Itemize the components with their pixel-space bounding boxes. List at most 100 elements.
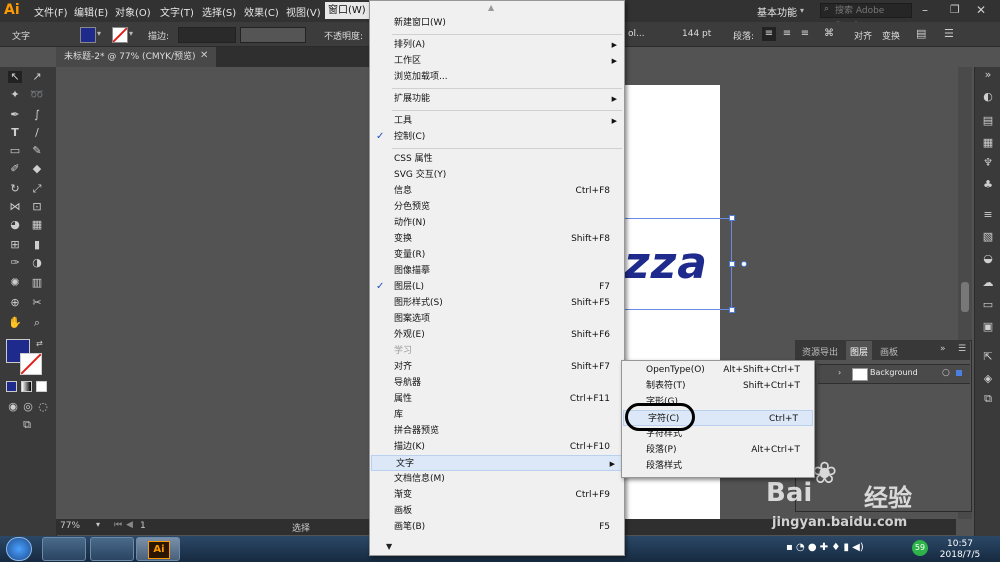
- zoom-tool-icon[interactable]: ⌕: [30, 317, 44, 329]
- chevron-down-icon[interactable]: ▾: [97, 29, 101, 38]
- chevron-down-icon[interactable]: ▾: [800, 6, 804, 15]
- scrollbar-thumb[interactable]: [961, 282, 969, 312]
- color-guide-icon[interactable]: ▤: [981, 115, 995, 127]
- expand-layer-icon[interactable]: ›: [838, 368, 841, 377]
- tray-badge[interactable]: 59: [912, 540, 928, 556]
- zoom-level[interactable]: 77%: [60, 521, 80, 531]
- resize-handle[interactable]: [729, 215, 735, 221]
- line-tool-icon[interactable]: /: [30, 127, 44, 139]
- mesh-tool-icon[interactable]: ⊞: [8, 239, 22, 251]
- panel-menu-icon[interactable]: ☰: [958, 344, 966, 354]
- symbols-panel-icon[interactable]: ♣: [981, 179, 995, 191]
- system-tray-icons[interactable]: ▪ ◔ ● ✚ ♦ ▮ ◀): [786, 542, 886, 556]
- color-panel-icon[interactable]: ◐: [981, 91, 995, 103]
- align-right-icon[interactable]: ≡: [798, 27, 812, 41]
- graph-tool-icon[interactable]: ▥: [30, 277, 44, 289]
- color-mode-icon[interactable]: [6, 381, 17, 392]
- page-number[interactable]: 1: [140, 521, 146, 531]
- menu-effect[interactable]: 效果(C): [244, 4, 279, 19]
- window-menu-item-变换[interactable]: 变换 Shift+F8: [370, 231, 624, 247]
- taskbar-clock[interactable]: 10:57 2018/7/5: [930, 539, 990, 561]
- menu-window[interactable]: 窗口(W): [325, 2, 369, 19]
- eyedropper-tool-icon[interactable]: ✑: [8, 257, 22, 269]
- slice-tool-icon[interactable]: ✂: [30, 297, 44, 309]
- window-menu-item-文字[interactable]: 文字 ▶: [371, 455, 623, 471]
- window-menu-item-导航器[interactable]: 导航器: [370, 375, 624, 391]
- window-menu-item-信息[interactable]: 信息 Ctrl+F8: [370, 183, 624, 199]
- window-menu-item-画笔[interactable]: 画笔(B) F5: [370, 519, 624, 535]
- gradient-panel-icon[interactable]: ▧: [981, 231, 995, 243]
- workspace-switcher[interactable]: 基本功能: [757, 4, 797, 19]
- lasso-tool-icon[interactable]: ➿: [30, 89, 44, 101]
- free-transform-tool-icon[interactable]: ⊡: [30, 201, 44, 213]
- window-menu-item-控制[interactable]: ✓ 控制(C): [370, 129, 624, 145]
- window-menu-item-属性[interactable]: 属性 Ctrl+F11: [370, 391, 624, 407]
- eraser-tool-icon[interactable]: ◆: [30, 163, 44, 175]
- artboards-panel-icon[interactable]: ⧉: [981, 393, 995, 405]
- window-menu-item-外观[interactable]: 外观(E) Shift+F6: [370, 327, 624, 343]
- resize-handle[interactable]: [729, 261, 735, 267]
- window-menu-item-对齐[interactable]: 对齐 Shift+F7: [370, 359, 624, 375]
- taskbar-app-icon[interactable]: [90, 537, 134, 561]
- window-menu-item-工具[interactable]: 工具 ▶: [370, 113, 624, 129]
- direct-selection-tool-icon[interactable]: ↗: [30, 71, 44, 83]
- menu-file[interactable]: 文件(F): [34, 4, 68, 19]
- window-menu-item-分色预览[interactable]: 分色预览: [370, 199, 624, 215]
- prev-page-icon[interactable]: ◀: [126, 520, 133, 530]
- align-panel-link[interactable]: 对齐: [854, 29, 872, 42]
- type-tool-icon[interactable]: T: [8, 127, 22, 139]
- draw-behind-icon[interactable]: ◎: [21, 401, 35, 413]
- window-menu-item-渐变[interactable]: 渐变 Ctrl+F9: [370, 487, 624, 503]
- font-family-field[interactable]: ol...: [628, 29, 645, 39]
- minimize-icon[interactable]: –: [922, 3, 928, 17]
- perspective-grid-tool-icon[interactable]: ▦: [30, 219, 44, 231]
- chevron-down-icon[interactable]: ▾: [129, 29, 133, 38]
- first-page-icon[interactable]: ⏮: [114, 520, 122, 530]
- align-center-icon[interactable]: ≡: [780, 27, 794, 41]
- menu-view[interactable]: 视图(V): [286, 4, 321, 19]
- swatches-panel-icon[interactable]: ▦: [981, 137, 995, 149]
- selection-indicator[interactable]: [956, 370, 962, 376]
- tab-asset-export[interactable]: 资源导出: [802, 345, 838, 358]
- collapse-dock-icon[interactable]: »: [981, 69, 995, 81]
- panel-menu-icon[interactable]: ☰: [944, 27, 954, 40]
- export-panel-icon[interactable]: ⇱: [981, 351, 995, 363]
- start-button-icon[interactable]: [6, 537, 32, 561]
- menu-object[interactable]: 对象(O): [115, 4, 151, 19]
- magic-wand-tool-icon[interactable]: ✦: [8, 89, 22, 101]
- center-point-handle[interactable]: [741, 261, 747, 267]
- transparency-panel-icon[interactable]: ◒: [981, 253, 995, 265]
- curvature-tool-icon[interactable]: ∫: [30, 109, 44, 121]
- symbol-sprayer-tool-icon[interactable]: ✺: [8, 277, 22, 289]
- rectangle-tool-icon[interactable]: ▭: [8, 145, 22, 157]
- draw-normal-icon[interactable]: ◉: [6, 401, 20, 413]
- paintbrush-tool-icon[interactable]: ✎: [30, 145, 44, 157]
- rotate-tool-icon[interactable]: ↻: [8, 183, 22, 195]
- window-menu-item-动作[interactable]: 动作(N): [370, 215, 624, 231]
- swap-colors-icon[interactable]: ⇄: [36, 339, 43, 348]
- gradient-mode-icon[interactable]: [21, 381, 32, 392]
- window-menu-item-拼合器预览[interactable]: 拼合器预览: [370, 423, 624, 439]
- shaper-tool-icon[interactable]: ✐: [8, 163, 22, 175]
- text-submenu-item-段落[interactable]: 段落(P) Alt+Ctrl+T: [622, 442, 814, 458]
- target-icon[interactable]: ○: [942, 368, 950, 378]
- window-menu-item-工作区[interactable]: 工作区 ▶: [370, 53, 624, 69]
- width-tool-icon[interactable]: ⋈: [8, 201, 22, 213]
- window-menu-item-图像描摹[interactable]: 图像描摹: [370, 263, 624, 279]
- close-icon[interactable]: ✕: [976, 3, 986, 17]
- arrange-icon[interactable]: ▤: [916, 27, 926, 40]
- text-submenu-item-opentype[interactable]: OpenType(O) Alt+Shift+Ctrl+T: [622, 362, 814, 378]
- transform-panel-link[interactable]: 变换: [882, 29, 900, 42]
- pen-tool-icon[interactable]: ✒: [8, 109, 22, 121]
- tab-layers[interactable]: 图层: [846, 341, 873, 362]
- document-tab[interactable]: 未标题-2* @ 77% (CMYK/预览): [56, 47, 216, 67]
- brushes-panel-icon[interactable]: ♆: [981, 157, 995, 169]
- hand-tool-icon[interactable]: ✋: [8, 317, 22, 329]
- text-submenu-item-制表符[interactable]: 制表符(T) Shift+Ctrl+T: [622, 378, 814, 394]
- artboard-tool-icon[interactable]: ⊕: [8, 297, 22, 309]
- window-menu-item-画板[interactable]: 画板: [370, 503, 624, 519]
- screen-mode-icon[interactable]: ⧉: [20, 419, 34, 431]
- gradient-tool-icon[interactable]: ▮: [30, 239, 44, 251]
- variable-width-field[interactable]: [240, 27, 306, 43]
- fill-swatch[interactable]: [80, 27, 96, 43]
